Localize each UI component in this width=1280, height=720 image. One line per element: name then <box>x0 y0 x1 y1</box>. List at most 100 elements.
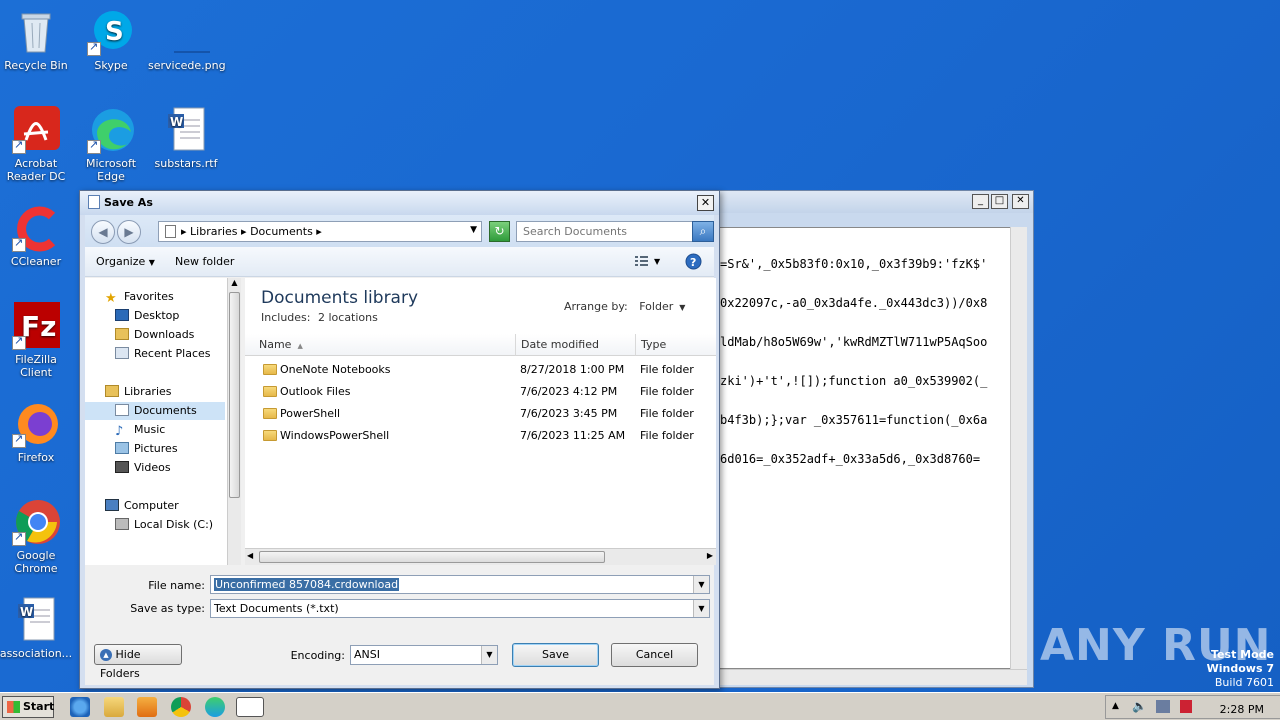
nav-favorites[interactable]: ★ Favorites <box>105 288 174 306</box>
test-mode-line: Test Mode <box>1211 648 1274 661</box>
help-icon[interactable]: ? <box>685 253 702 270</box>
scroll-left-icon[interactable]: ◀ <box>247 551 253 560</box>
address-bar[interactable]: ▸ Libraries ▸ Documents ▸ ▼ <box>158 221 482 242</box>
desktop-icon-firefox[interactable]: Firefox <box>0 400 74 464</box>
notepad-window[interactable]: _ □ ✕ =Sr&',_0x5b83f0:0x10,_0x3f39b9:'fz… <box>712 190 1034 688</box>
start-button[interactable]: Start <box>2 696 54 718</box>
desktop-icon-acrobat[interactable]: Acrobat Reader DC <box>0 106 74 183</box>
navigation-pane[interactable]: ★ Favorites Desktop Downloads Recent Plac… <box>85 278 241 580</box>
file-row[interactable]: Outlook Files 7/6/2023 4:12 PM File fold… <box>245 381 716 403</box>
chevron-up-icon[interactable]: ▲ <box>1112 701 1119 711</box>
nav-downloads[interactable]: Downloads <box>115 326 194 344</box>
forward-button[interactable]: ▶ <box>117 220 141 244</box>
save-button[interactable]: Save <box>512 643 599 667</box>
skype-icon: S <box>87 8 135 56</box>
desktop-icon-chrome[interactable]: Google Chrome <box>0 498 74 575</box>
nav-local-disk[interactable]: Local Disk (C:) <box>115 516 213 534</box>
search-box[interactable]: ⌕ <box>516 221 714 242</box>
chevron-down-icon[interactable]: ▼ <box>693 600 709 617</box>
chrome-icon[interactable] <box>171 697 191 717</box>
arrange-by-dropdown[interactable]: Folder ▼ <box>639 300 685 313</box>
close-button[interactable]: ✕ <box>697 195 714 211</box>
desktop-icon-substars[interactable]: W substars.rtf <box>148 106 224 170</box>
volume-icon[interactable]: 🔈 <box>1132 699 1147 713</box>
back-button[interactable]: ◀ <box>91 220 115 244</box>
file-row[interactable]: WindowsPowerShell 7/6/2023 11:25 AM File… <box>245 425 716 447</box>
network-icon[interactable] <box>1156 700 1170 713</box>
chevron-down-icon[interactable]: ▼ <box>470 225 477 235</box>
new-folder-button[interactable]: New folder <box>175 255 234 268</box>
chevron-down-icon[interactable]: ▼ <box>654 257 660 266</box>
notepad-vertical-scrollbar[interactable] <box>1010 227 1027 669</box>
file-type: File folder <box>640 363 694 376</box>
nav-label: Libraries <box>124 385 172 398</box>
filename-input[interactable]: Unconfirmed 857084.crdownload ▼ <box>210 575 710 594</box>
scroll-right-icon[interactable]: ▶ <box>707 551 713 560</box>
maximize-button[interactable]: □ <box>991 194 1008 209</box>
desktop-icon-ccleaner[interactable]: CCleaner <box>0 204 74 268</box>
file-list-horizontal-scrollbar[interactable]: ◀ ▶ <box>245 548 716 565</box>
desktop-icon-servicede[interactable]: servicede.png <box>148 8 226 72</box>
column-header-date[interactable]: Date modified <box>516 334 636 356</box>
column-header-name[interactable]: Name ▲ <box>245 334 516 356</box>
desktop-icon-association[interactable]: W association... <box>0 596 74 660</box>
hide-folders-button[interactable]: ▲ Hide Folders <box>94 644 182 680</box>
word-document-icon: W <box>162 106 210 154</box>
flag-icon[interactable] <box>1180 700 1192 713</box>
sort-ascending-icon: ▲ <box>297 342 303 350</box>
internet-explorer-icon[interactable] <box>70 697 90 717</box>
desktop-icon-recycle-bin[interactable]: Recycle Bin <box>0 8 74 72</box>
includes-link[interactable]: 2 locations <box>318 311 378 324</box>
nav-recent-places[interactable]: Recent Places <box>115 345 211 363</box>
scroll-thumb[interactable] <box>259 551 605 563</box>
desktop-icon-filezilla[interactable]: Fz FileZilla Client <box>0 302 74 379</box>
scroll-up-icon[interactable]: ▲ <box>228 278 241 287</box>
save-as-dialog[interactable]: Save As ✕ ◀ ▶ ▸ Libraries ▸ Documents ▸ … <box>79 190 720 689</box>
file-row[interactable]: OneNote Notebooks 8/27/2018 1:00 PM File… <box>245 359 716 381</box>
nav-desktop[interactable]: Desktop <box>115 307 179 325</box>
dialog-title: Save As <box>104 196 153 209</box>
nav-libraries[interactable]: Libraries <box>105 383 172 401</box>
media-player-icon[interactable] <box>137 697 157 717</box>
chevron-right-icon[interactable]: ▸ <box>241 225 250 238</box>
breadcrumb-documents[interactable]: Documents <box>250 225 313 238</box>
encoding-select[interactable]: ANSI ▼ <box>350 645 498 665</box>
view-options-icon[interactable] <box>634 254 650 268</box>
test-mode-line: Windows 7 <box>1206 662 1274 675</box>
shortcut-arrow-icon <box>87 40 101 56</box>
notepad-horizontal-scrollbar[interactable] <box>719 669 1027 685</box>
cancel-button[interactable]: Cancel <box>611 643 698 667</box>
organize-button[interactable]: Organize ▼ <box>96 255 155 268</box>
desktop-icon-edge[interactable]: Microsoft Edge <box>73 106 149 183</box>
chevron-down-icon[interactable]: ▼ <box>693 576 709 593</box>
scroll-thumb[interactable] <box>229 292 240 498</box>
file-list-pane[interactable]: Documents library Includes: 2 locations … <box>245 278 716 548</box>
chevron-right-icon: ▸ <box>181 225 191 238</box>
column-header-type[interactable]: Type <box>636 334 716 356</box>
chevron-right-icon[interactable]: ▸ <box>316 225 322 238</box>
chevron-down-icon[interactable]: ▼ <box>481 646 497 664</box>
nav-pictures[interactable]: Pictures <box>115 440 178 458</box>
dialog-titlebar[interactable]: Save As ✕ <box>80 191 719 215</box>
computer-icon <box>105 499 119 511</box>
search-input[interactable] <box>517 222 693 241</box>
clock[interactable]: 2:28 PM <box>1220 703 1264 716</box>
nav-music[interactable]: ♪ Music <box>115 421 165 439</box>
file-row[interactable]: PowerShell 7/6/2023 3:45 PM File folder <box>245 403 716 425</box>
svg-text:Fz: Fz <box>21 310 56 343</box>
breadcrumb-libraries[interactable]: Libraries <box>190 225 238 238</box>
minimize-button[interactable]: _ <box>972 194 989 209</box>
notepad-text-area[interactable]: =Sr&',_0x5b83f0:0x10,_0x3f39b9:'fzK$' 0x… <box>719 227 1027 669</box>
navigation-pane-scrollbar[interactable]: ▲ ▼ <box>227 278 241 580</box>
nav-videos[interactable]: Videos <box>115 459 171 477</box>
nav-documents[interactable]: Documents <box>85 402 225 420</box>
edge-icon[interactable] <box>205 697 225 717</box>
refresh-button[interactable]: ↻ <box>489 221 510 242</box>
search-icon[interactable]: ⌕ <box>692 221 714 242</box>
desktop-icon-skype[interactable]: S Skype <box>73 8 149 72</box>
notepad-icon[interactable] <box>236 697 264 717</box>
explorer-icon[interactable] <box>104 697 124 717</box>
close-button[interactable]: ✕ <box>1012 194 1029 209</box>
savetype-select[interactable]: Text Documents (*.txt) ▼ <box>210 599 710 618</box>
nav-computer[interactable]: Computer <box>105 497 179 515</box>
